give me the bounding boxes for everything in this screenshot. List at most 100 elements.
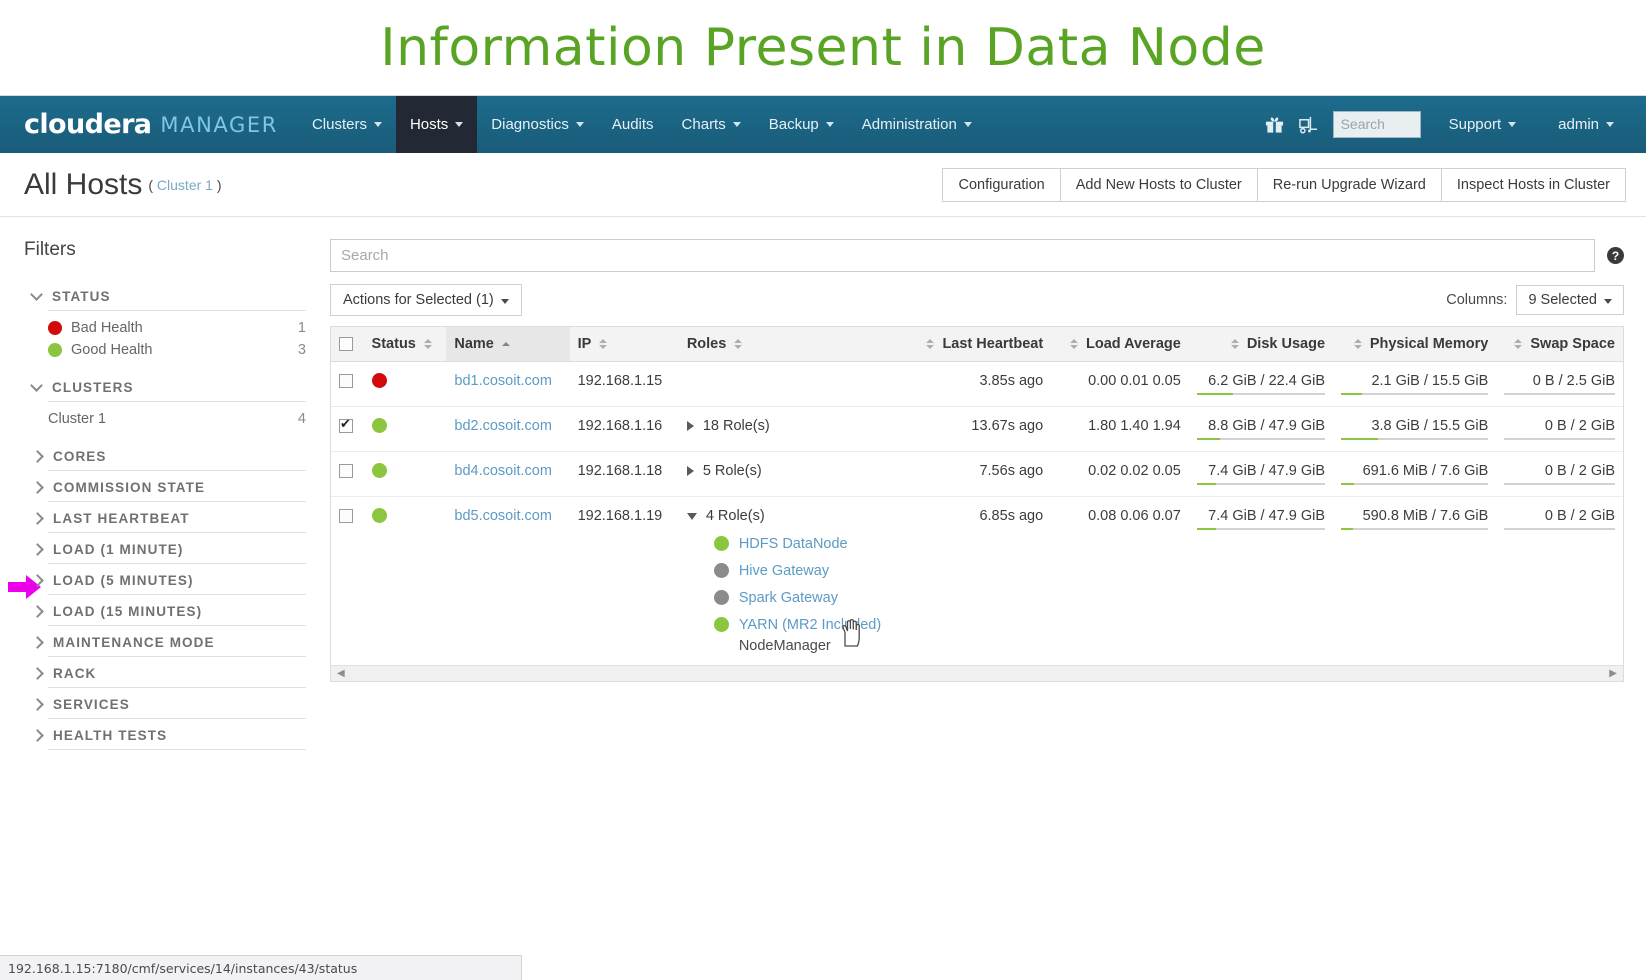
- meter-track: [1341, 393, 1489, 395]
- scroll-right-arrow[interactable]: ▶: [1609, 668, 1617, 679]
- horizontal-scrollbar[interactable]: ◀ ▶: [331, 665, 1623, 681]
- host-link[interactable]: bd4.cosoit.com: [454, 463, 552, 479]
- facet-divider: [48, 470, 306, 471]
- scroll-left-arrow[interactable]: ◀: [337, 668, 345, 679]
- facet-toggle[interactable]: LOAD (5 MINUTES): [24, 567, 306, 594]
- column-header-name[interactable]: Name: [446, 327, 570, 362]
- column-header-label: Physical Memory: [1369, 336, 1489, 352]
- sort-indicator-icon[interactable]: [734, 339, 743, 349]
- nav-item-audits[interactable]: Audits: [598, 96, 668, 153]
- header-button-configuration[interactable]: Configuration: [942, 167, 1061, 202]
- navbar-right-group: Search Support admin: [1265, 96, 1646, 153]
- roles-expand-toggle[interactable]: 5 Role(s): [686, 463, 899, 479]
- row-select-checkbox[interactable]: [339, 464, 353, 479]
- nav-item-label: Backup: [768, 116, 819, 133]
- host-link[interactable]: bd2.cosoit.com: [454, 418, 552, 434]
- facet-toggle[interactable]: LOAD (15 MINUTES): [24, 598, 306, 625]
- search-input[interactable]: Search: [330, 239, 1595, 272]
- host-link[interactable]: bd1.cosoit.com: [454, 373, 552, 389]
- facet-toggle[interactable]: CLUSTERS: [24, 374, 306, 401]
- hosts-table-container: Status Name IP Roles Last Heartbeat Load Aver…: [330, 326, 1624, 682]
- column-header-ip[interactable]: IP: [569, 327, 679, 362]
- column-header-disk[interactable]: Disk Usage: [1188, 327, 1334, 362]
- column-header-swap[interactable]: Swap Space: [1496, 327, 1623, 362]
- chevron-down-icon: [732, 122, 741, 127]
- roles-expand-toggle[interactable]: 18 Role(s): [686, 418, 899, 434]
- facet-toggle[interactable]: LAST HEARTBEAT: [24, 505, 306, 532]
- facet-toggle[interactable]: STATUS: [24, 283, 306, 310]
- column-header-label: Swap Space: [1530, 336, 1615, 352]
- cluster-breadcrumb: ( Cluster 1 ): [148, 177, 221, 193]
- facet-item[interactable]: Bad Health 1: [48, 317, 306, 339]
- nav-item-backup[interactable]: Backup: [755, 96, 848, 153]
- column-header-heartbeat[interactable]: Last Heartbeat: [907, 327, 1052, 362]
- sort-indicator-icon[interactable]: [926, 339, 935, 349]
- nav-item-diagnostics[interactable]: Diagnostics: [477, 96, 598, 153]
- sort-indicator-icon[interactable]: [1069, 339, 1078, 349]
- gift-icon[interactable]: [1265, 115, 1284, 134]
- role-item[interactable]: HDFS DataNode: [713, 536, 899, 552]
- nav-item-administration[interactable]: Administration: [848, 96, 986, 153]
- sort-indicator-icon[interactable]: [1353, 339, 1362, 349]
- row-select-checkbox[interactable]: [339, 416, 353, 434]
- facet-label: LOAD (5 MINUTES): [53, 573, 194, 588]
- facet-toggle[interactable]: RACK: [24, 660, 306, 687]
- row-select-checkbox[interactable]: [339, 374, 353, 389]
- column-header-roles[interactable]: Roles: [678, 327, 908, 362]
- header-button-inspect-hosts-in-cluster[interactable]: Inspect Hosts in Cluster: [1440, 167, 1626, 202]
- column-header-label: IP: [577, 336, 592, 352]
- select-all-checkbox[interactable]: [339, 337, 353, 352]
- nav-item-hosts[interactable]: Hosts: [395, 96, 478, 153]
- header-button-add-new-hosts-to-cluster[interactable]: Add New Hosts to Cluster: [1059, 167, 1258, 202]
- cluster-link[interactable]: Cluster 1: [157, 177, 213, 193]
- meter-track: [1196, 483, 1326, 485]
- sort-indicator-icon[interactable]: [1514, 339, 1523, 349]
- column-header-load[interactable]: Load Average: [1051, 327, 1189, 362]
- table-row[interactable]: bd2.cosoit.com 192.168.1.16 18 Role(s) 13.6…: [331, 406, 1623, 452]
- nav-item-charts[interactable]: Charts: [668, 96, 755, 153]
- columns-select-button[interactable]: 9 Selected: [1516, 285, 1624, 315]
- support-menu[interactable]: Support: [1435, 116, 1531, 133]
- roles-expand-toggle[interactable]: 4 Role(s): [686, 508, 899, 524]
- header-button-re-run-upgrade-wizard[interactable]: Re-run Upgrade Wizard: [1256, 167, 1442, 202]
- facet-item[interactable]: Cluster 1 4: [48, 408, 306, 430]
- forklift-icon[interactable]: [1298, 115, 1319, 134]
- role-entry: HDFS DataNode: [713, 536, 899, 552]
- chevron-right-icon: [686, 421, 694, 431]
- facet-divider: [48, 687, 306, 688]
- table-row[interactable]: bd4.cosoit.com 192.168.1.18 5 Role(s) 7.56s…: [331, 451, 1623, 497]
- facet-toggle[interactable]: CORES: [24, 443, 306, 470]
- sort-indicator-icon[interactable]: [423, 339, 432, 349]
- facet-toggle[interactable]: COMMISSION STATE: [24, 474, 306, 501]
- facet-load-15-minutes: LOAD (15 MINUTES): [24, 598, 306, 626]
- host-link[interactable]: bd5.cosoit.com: [454, 508, 552, 524]
- navbar-search-input[interactable]: Search: [1332, 111, 1421, 138]
- role-item[interactable]: Spark Gateway: [713, 590, 899, 606]
- meter-fill: [1341, 528, 1353, 530]
- column-header-memory[interactable]: Physical Memory: [1333, 327, 1497, 362]
- row-select-checkbox[interactable]: [339, 509, 353, 524]
- column-header-status[interactable]: Status: [363, 327, 447, 362]
- search-row: Search ?: [330, 239, 1624, 272]
- help-icon[interactable]: ?: [1607, 247, 1624, 264]
- row-heartbeat-cell: 6.85s ago: [979, 508, 1044, 524]
- user-menu[interactable]: admin: [1544, 116, 1628, 133]
- facet-toggle[interactable]: MAINTENANCE MODE: [24, 629, 306, 656]
- sort-indicator-icon[interactable]: [1230, 339, 1239, 349]
- role-item[interactable]: Hive Gateway: [713, 563, 899, 579]
- actions-for-selected-button[interactable]: Actions for Selected (1): [330, 284, 522, 316]
- table-row[interactable]: bd1.cosoit.com 192.168.1.15 3.85s ago 0.00 …: [331, 361, 1623, 407]
- chevron-right-icon: [31, 636, 44, 649]
- sort-indicator-icon[interactable]: [501, 342, 510, 346]
- nav-item-clusters[interactable]: Clusters: [298, 96, 396, 153]
- facet-toggle[interactable]: SERVICES: [24, 691, 306, 718]
- sort-indicator-icon[interactable]: [599, 339, 608, 349]
- facet-toggle[interactable]: HEALTH TESTS: [24, 722, 306, 749]
- facet-item[interactable]: Good Health 3: [48, 339, 306, 361]
- table-row[interactable]: bd5.cosoit.com 192.168.1.19 4 Role(s) HDFS …: [331, 497, 1623, 666]
- facet-label: HEALTH TESTS: [53, 728, 168, 743]
- facet-toggle[interactable]: LOAD (1 MINUTE): [24, 536, 306, 563]
- meter-track: [1504, 438, 1615, 440]
- role-item[interactable]: YARN (MR2 Included): [713, 617, 899, 633]
- cloudera-manager-logo[interactable]: cloudera MANAGER: [0, 96, 298, 153]
